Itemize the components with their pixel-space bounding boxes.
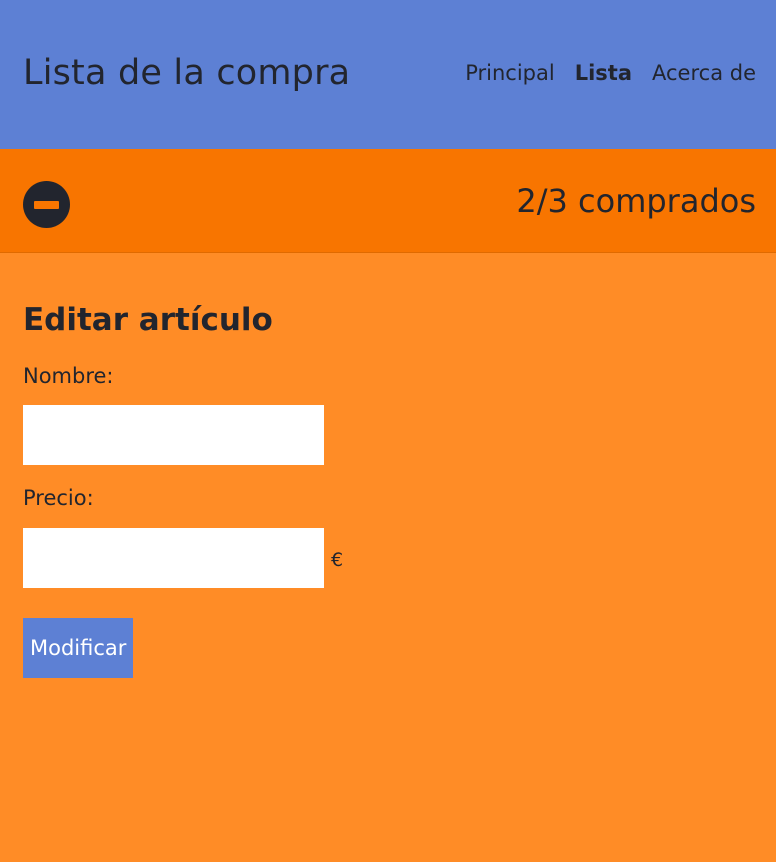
name-label: Nombre: <box>23 364 114 388</box>
price-input[interactable] <box>23 528 324 588</box>
price-label: Precio: <box>23 486 94 510</box>
main-nav: Principal Lista Acerca de <box>465 61 756 86</box>
status-bar: 2/3 comprados <box>0 149 776 253</box>
nav-item-principal[interactable]: Principal <box>465 61 555 86</box>
minus-circle-icon <box>34 201 59 209</box>
name-input[interactable] <box>23 405 324 465</box>
app-title: Lista de la compra <box>23 53 351 93</box>
nav-item-acerca-de[interactable]: Acerca de <box>652 61 756 86</box>
form-title: Editar artículo <box>23 302 273 338</box>
purchased-count: 2/3 comprados <box>516 182 756 220</box>
app-header: Lista de la compra Principal Lista Acerc… <box>0 0 776 149</box>
toggle-purchased-button[interactable] <box>23 181 70 228</box>
currency-symbol: € <box>331 549 344 571</box>
nav-item-lista[interactable]: Lista <box>575 61 632 86</box>
modify-button[interactable]: Modificar <box>23 618 134 678</box>
